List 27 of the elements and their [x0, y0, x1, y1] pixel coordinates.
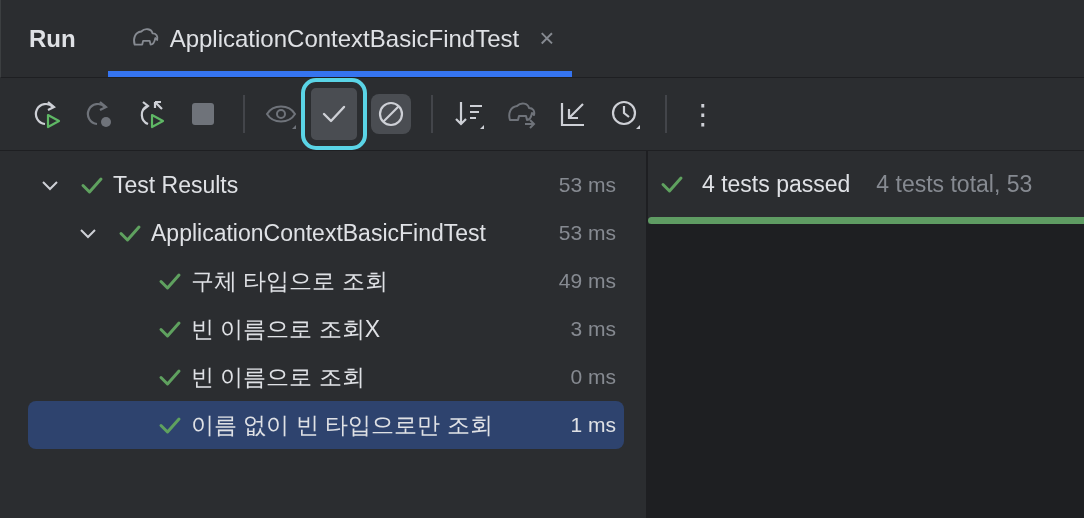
test-duration: 1 ms: [569, 413, 616, 437]
test-duration: 0 ms: [569, 365, 616, 389]
clock-icon: [609, 98, 641, 130]
test-name: 구체 타입으로 조회: [191, 266, 388, 296]
run-tab[interactable]: ApplicationContextBasicFindTest ×: [107, 0, 573, 77]
test-name: 빈 이름으로 조회: [191, 362, 365, 392]
tree-row[interactable]: Test Results 53 ms: [28, 161, 624, 209]
show-ignored-button[interactable]: [371, 94, 411, 134]
test-duration: 53 ms: [557, 173, 616, 197]
tree-row[interactable]: 이름 없이 빈 타입으로만 조회 1 ms: [28, 401, 624, 449]
test-status: 4 tests passed: [702, 170, 851, 198]
test-name: Test Results: [113, 171, 239, 199]
test-summary: 4 tests total, 53: [876, 170, 1033, 198]
test-name: ApplicationContextBasicFindTest: [151, 219, 486, 247]
tree-row[interactable]: 구체 타입으로 조회 49 ms: [28, 257, 624, 305]
test-duration: 3 ms: [569, 317, 616, 341]
test-duration: 49 ms: [557, 269, 616, 293]
test-name: 이름 없이 빈 타입으로만 조회: [191, 410, 493, 440]
tree-row[interactable]: ApplicationContextBasicFindTest 53 ms: [28, 209, 624, 257]
tree-row[interactable]: 빈 이름으로 조회X 3 ms: [28, 305, 624, 353]
panel-title: Run: [29, 24, 76, 53]
test-name: 빈 이름으로 조회X: [191, 314, 381, 344]
more-button[interactable]: ⋮: [683, 94, 723, 134]
show-passed-button[interactable]: [301, 78, 367, 150]
test-duration: 53 ms: [557, 221, 616, 245]
tree-row[interactable]: 빈 이름으로 조회 0 ms: [28, 353, 624, 401]
close-icon[interactable]: ×: [539, 23, 555, 54]
